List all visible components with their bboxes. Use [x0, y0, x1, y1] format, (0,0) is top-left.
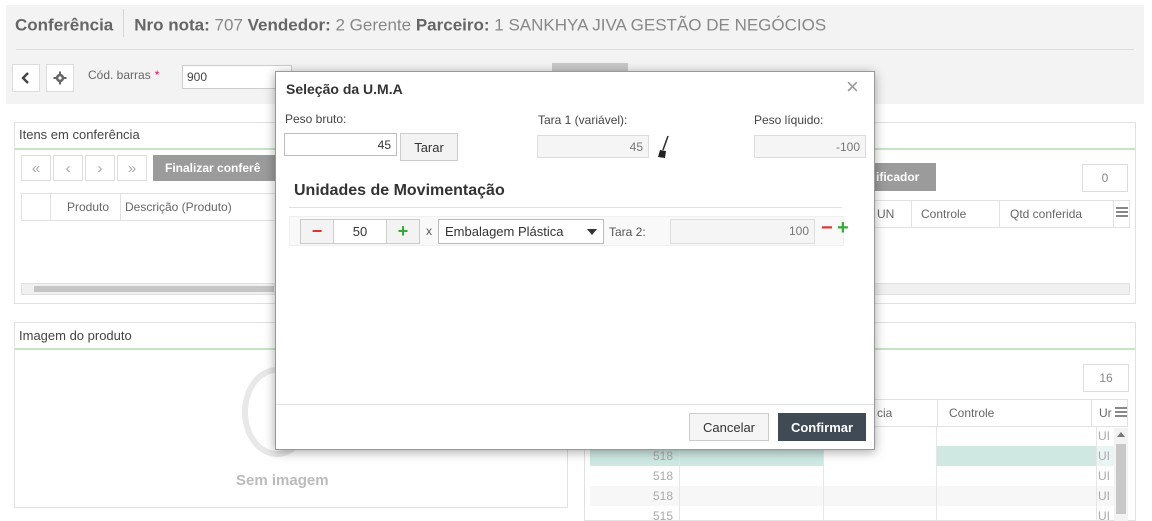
peso-bruto-label: Peso bruto:	[285, 112, 347, 126]
tara2-label: Tara 2:	[609, 225, 646, 239]
dialog-title: Seleção da U.M.A	[286, 81, 403, 97]
title-conferencia: Conferência	[15, 15, 114, 35]
peso-liquido-label: Peso líquido:	[754, 113, 824, 127]
tarar-button[interactable]: Tarar	[400, 133, 458, 161]
col-cia[interactable]: cia	[877, 406, 892, 420]
col-produto[interactable]: Produto	[67, 200, 109, 214]
itens-hscroll[interactable]	[21, 283, 277, 295]
itens-panel: Itens em conferência « ‹ › » Finalizar c…	[14, 122, 293, 304]
times-sign: x	[426, 224, 432, 238]
sem-imagem-text: Sem imagem	[236, 472, 329, 489]
header-divider	[16, 49, 1134, 50]
lotes-column-menu-icon[interactable]	[1115, 407, 1127, 417]
page-title: Conferência Nro nota: 707 Vendedor: 2 Ger…	[15, 9, 827, 37]
col-controle[interactable]: Controle	[921, 207, 966, 221]
unidades-section-title: Unidades de Movimentação	[294, 182, 505, 199]
add-row-icon[interactable]: +	[837, 216, 849, 240]
chevron-left-icon	[21, 72, 29, 84]
peso-bruto-input[interactable]: 45	[284, 133, 397, 156]
tara1-input: 45	[537, 135, 649, 158]
itens-grid-header: Produto Descrição (Produto)	[21, 193, 277, 221]
tara1-label: Tara 1 (variável):	[538, 113, 628, 127]
next-page-button[interactable]: ›	[85, 155, 115, 181]
decrement-button[interactable]: −	[300, 219, 334, 244]
prev-page-button[interactable]: ‹	[53, 155, 83, 181]
last-page-button[interactable]: »	[117, 155, 147, 181]
column-menu-icon[interactable]	[1116, 207, 1128, 217]
finalizar-conferencia-button[interactable]: Finalizar conferê	[153, 155, 293, 181]
increment-button[interactable]: +	[386, 219, 420, 244]
col-qtd-conferida[interactable]: Qtd conferida	[1010, 207, 1082, 221]
embalagem-value: Embalagem Plástica	[445, 224, 564, 239]
conferidos-hscroll[interactable]	[874, 283, 1130, 295]
embalagem-select[interactable]: Embalagem Plástica	[438, 219, 604, 244]
itens-panel-title: Itens em conferência	[19, 127, 140, 142]
back-button[interactable]	[12, 64, 40, 92]
cod-barras-label: Cód. barras *	[88, 68, 160, 82]
confirm-button[interactable]: Confirmar	[778, 413, 866, 441]
conferidos-grid-header: UN Controle Qtd conferida	[874, 200, 1130, 228]
tara2-input: 100	[670, 219, 815, 244]
col-un[interactable]: UN	[877, 207, 894, 221]
selecao-uma-dialog: Seleção da U.M.A × Peso bruto: 45 Tarar …	[275, 71, 875, 450]
lotes-vscroll[interactable]	[1114, 428, 1128, 521]
first-page-button[interactable]: «	[21, 155, 51, 181]
remove-row-icon[interactable]: −	[821, 216, 833, 240]
parceiro-value: 1 SANKHYA JIVA GESTÃO DE NEGÓCIOS	[494, 15, 827, 35]
close-icon[interactable]: ×	[846, 76, 859, 98]
table-row[interactable]: 518 UI	[590, 466, 1128, 486]
gear-icon	[53, 71, 67, 85]
quantity-input[interactable]: 50	[333, 219, 387, 244]
parceiro-label: Parceiro:	[415, 15, 490, 35]
cancel-button[interactable]: Cancelar	[689, 413, 769, 441]
lotes-count: 16	[1083, 364, 1129, 392]
conferidos-count: 0	[1082, 164, 1128, 192]
vendedor-label: Vendedor:	[247, 15, 331, 35]
col-controle-2[interactable]: Controle	[949, 406, 994, 420]
conferencia-page: Conferência Nro nota: 707 Vendedor: 2 Ger…	[0, 0, 1152, 521]
settings-button[interactable]	[46, 64, 74, 92]
col-ur[interactable]: Ur	[1099, 406, 1112, 420]
broom-icon[interactable]	[657, 135, 671, 159]
peso-liquido-input: -100	[754, 135, 866, 158]
imagem-panel-title: Imagem do produto	[19, 328, 132, 343]
vendedor-value: 2 Gerente	[335, 15, 412, 35]
dropdown-arrow-icon	[587, 229, 597, 235]
conferidos-panel: 0 UN Controle Qtd conferida	[874, 122, 1136, 304]
nro-nota-label: Nro nota:	[134, 15, 210, 35]
verificador-button[interactable]: ificador	[874, 163, 936, 191]
nro-nota-value: 707	[214, 15, 243, 35]
table-row[interactable]: 515 UI	[590, 506, 1128, 521]
table-row[interactable]: 518 UI	[590, 486, 1128, 506]
col-descricao[interactable]: Descrição (Produto)	[125, 200, 232, 214]
